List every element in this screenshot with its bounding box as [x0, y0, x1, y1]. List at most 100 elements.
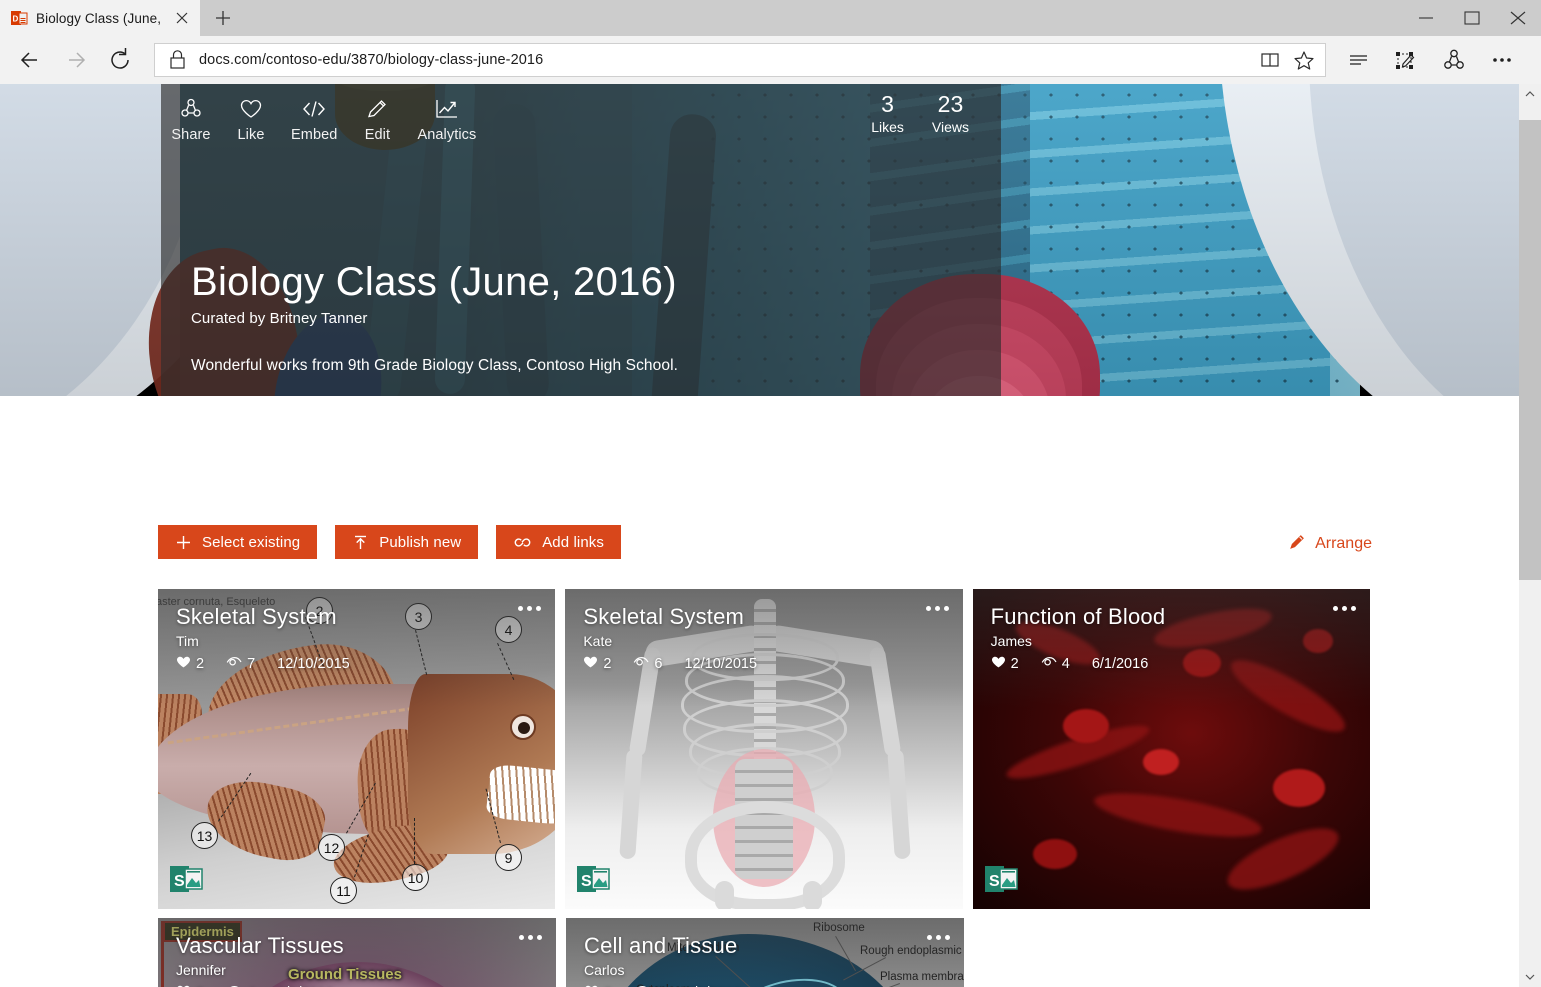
svg-text:S: S — [989, 873, 1000, 890]
upload-icon — [352, 534, 369, 551]
card-vascular-tissues[interactable]: Epidermis Ground Tissues Vascular Vascul… — [158, 918, 556, 987]
callout-number: 13 — [191, 822, 218, 849]
card-header: Function of Blood James 2 4 6/1/2016 — [991, 603, 1356, 673]
card-views: 4 — [1061, 656, 1070, 672]
card-meta: 2 4 6/1/2016 — [991, 655, 1356, 673]
card-author: James — [990, 633, 1032, 649]
address-bar[interactable]: docs.com/contoso-edu/3870/biology-class-… — [154, 43, 1326, 77]
title-bar: D Biology Class (June, 201 — [0, 0, 1541, 36]
minimize-button[interactable] — [1403, 0, 1449, 36]
views-stat: 23 Views — [918, 90, 983, 135]
card-date: 12/10/2015 — [277, 656, 350, 672]
card-function-of-blood[interactable]: Function of Blood James 2 4 6/1/2016 S — [972, 589, 1370, 909]
heart-icon — [583, 655, 598, 673]
card-title: Cell and Tissue — [584, 933, 738, 958]
card-more-icon[interactable] — [1332, 606, 1356, 611]
share-label: Share — [171, 127, 211, 143]
likes-caption: Likes — [871, 119, 904, 135]
select-existing-button[interactable]: Select existing — [158, 525, 318, 559]
eye-icon — [633, 655, 649, 673]
card-more-icon[interactable] — [519, 935, 542, 940]
favorite-star-icon[interactable] — [1287, 44, 1321, 76]
card-cell-and-tissue[interactable]: Ribosome Rough endoplasmic re Mitochondr… — [566, 918, 964, 987]
card-header: Skeletal System Kate 2 6 12/10/2015 — [583, 603, 948, 673]
analytics-button[interactable]: Analytics — [407, 90, 486, 143]
page-title: Biology Class (June, 2016) — [191, 260, 677, 304]
card-header: Vascular Tissues Jennifer 3 4 — [176, 932, 542, 987]
add-links-button[interactable]: Add links — [496, 525, 621, 559]
callout-number: 12 — [318, 834, 345, 861]
views-count: 23 — [937, 91, 964, 117]
card-date: 6/1/2016 — [1091, 656, 1149, 672]
publish-new-label: Publish new — [379, 533, 462, 551]
callout-number: 9 — [495, 844, 522, 871]
reading-view-icon[interactable] — [1253, 44, 1287, 76]
card-likes: 2 — [196, 656, 205, 672]
refresh-button[interactable] — [98, 38, 142, 82]
hero-toolbar: Share Like Embed Edit Analytics 3 Likes … — [161, 84, 1001, 146]
embed-button[interactable]: Embed — [281, 90, 347, 143]
share-icon — [178, 94, 204, 124]
heart-icon — [238, 94, 264, 124]
card-skeletal-system-kate[interactable]: Skeletal System Kate 2 6 12/10/2015 S — [565, 589, 963, 909]
card-date: 12/10/2015 — [684, 656, 758, 672]
likes-stat: 3 Likes — [857, 90, 918, 135]
code-icon — [299, 94, 329, 124]
plus-icon — [175, 534, 192, 551]
share-icon[interactable] — [1430, 38, 1478, 82]
close-icon[interactable] — [170, 6, 194, 30]
sway-icon: D — [10, 9, 28, 27]
card-views: 6 — [654, 656, 663, 672]
card-skeletal-system-tim[interactable]: aster cornuta, Esqueleto 2 3 4 13 12 11 … — [158, 589, 556, 909]
share-button[interactable]: Share — [161, 90, 221, 143]
like-label: Like — [237, 127, 265, 143]
card-header: Cell and Tissue Carlos 2 5 — [584, 932, 950, 987]
browser-window: D Biology Class (June, 201 — [0, 0, 1541, 987]
scrollbar-thumb[interactable] — [1519, 120, 1541, 580]
card-meta: 2 6 12/10/2015 — [583, 655, 948, 673]
sway-icon: S — [168, 861, 204, 897]
views-caption: Views — [931, 119, 969, 135]
browser-tab[interactable]: D Biology Class (June, 201 — [0, 0, 200, 36]
card-author: Jennifer — [176, 962, 226, 978]
more-icon[interactable] — [1478, 38, 1526, 82]
scroll-down-icon[interactable] — [1519, 967, 1541, 987]
hub-icon[interactable] — [1334, 38, 1382, 82]
forward-button[interactable] — [54, 38, 98, 82]
maximize-button[interactable] — [1449, 0, 1495, 36]
eye-icon — [226, 655, 242, 673]
card-more-icon[interactable] — [925, 606, 949, 611]
lock-icon — [155, 44, 199, 76]
card-author: Carlos — [584, 962, 625, 978]
svg-text:S: S — [581, 873, 592, 890]
back-button[interactable] — [10, 38, 54, 82]
navigation-bar: docs.com/contoso-edu/3870/biology-class-… — [0, 36, 1541, 84]
close-window-button[interactable] — [1495, 0, 1541, 36]
card-title: Skeletal System — [583, 604, 745, 629]
like-button[interactable]: Like — [221, 90, 281, 143]
pencil-icon — [1288, 532, 1307, 556]
pencil-icon — [364, 94, 390, 124]
tab-title: Biology Class (June, 201 — [36, 10, 162, 26]
scroll-up-icon[interactable] — [1519, 84, 1541, 104]
publish-new-button[interactable]: Publish new — [335, 525, 479, 559]
card-more-icon[interactable] — [518, 606, 542, 611]
web-note-icon[interactable] — [1382, 38, 1430, 82]
card-title: Skeletal System — [176, 604, 337, 629]
page-scrollbar[interactable] — [1519, 84, 1541, 987]
edit-button[interactable]: Edit — [347, 90, 407, 143]
select-existing-label: Select existing — [202, 533, 301, 551]
heart-icon — [991, 655, 1006, 673]
sway-icon: S — [983, 861, 1019, 897]
url-text: docs.com/contoso-edu/3870/biology-class-… — [199, 52, 544, 68]
analytics-label: Analytics — [417, 127, 477, 143]
card-more-icon[interactable] — [927, 935, 950, 940]
card-title: Function of Blood — [990, 604, 1166, 629]
page-viewport: Share Like Embed Edit Analytics 3 Likes … — [0, 84, 1519, 987]
likes-count: 3 — [881, 91, 894, 117]
new-tab-button[interactable] — [200, 0, 246, 36]
action-button-row: Select existing Publish new Add links — [158, 525, 621, 559]
arrange-button[interactable]: Arrange — [1288, 532, 1372, 556]
card-likes: 2 — [1010, 656, 1019, 672]
card-grid: aster cornuta, Esqueleto 2 3 4 13 12 11 … — [158, 589, 1370, 987]
